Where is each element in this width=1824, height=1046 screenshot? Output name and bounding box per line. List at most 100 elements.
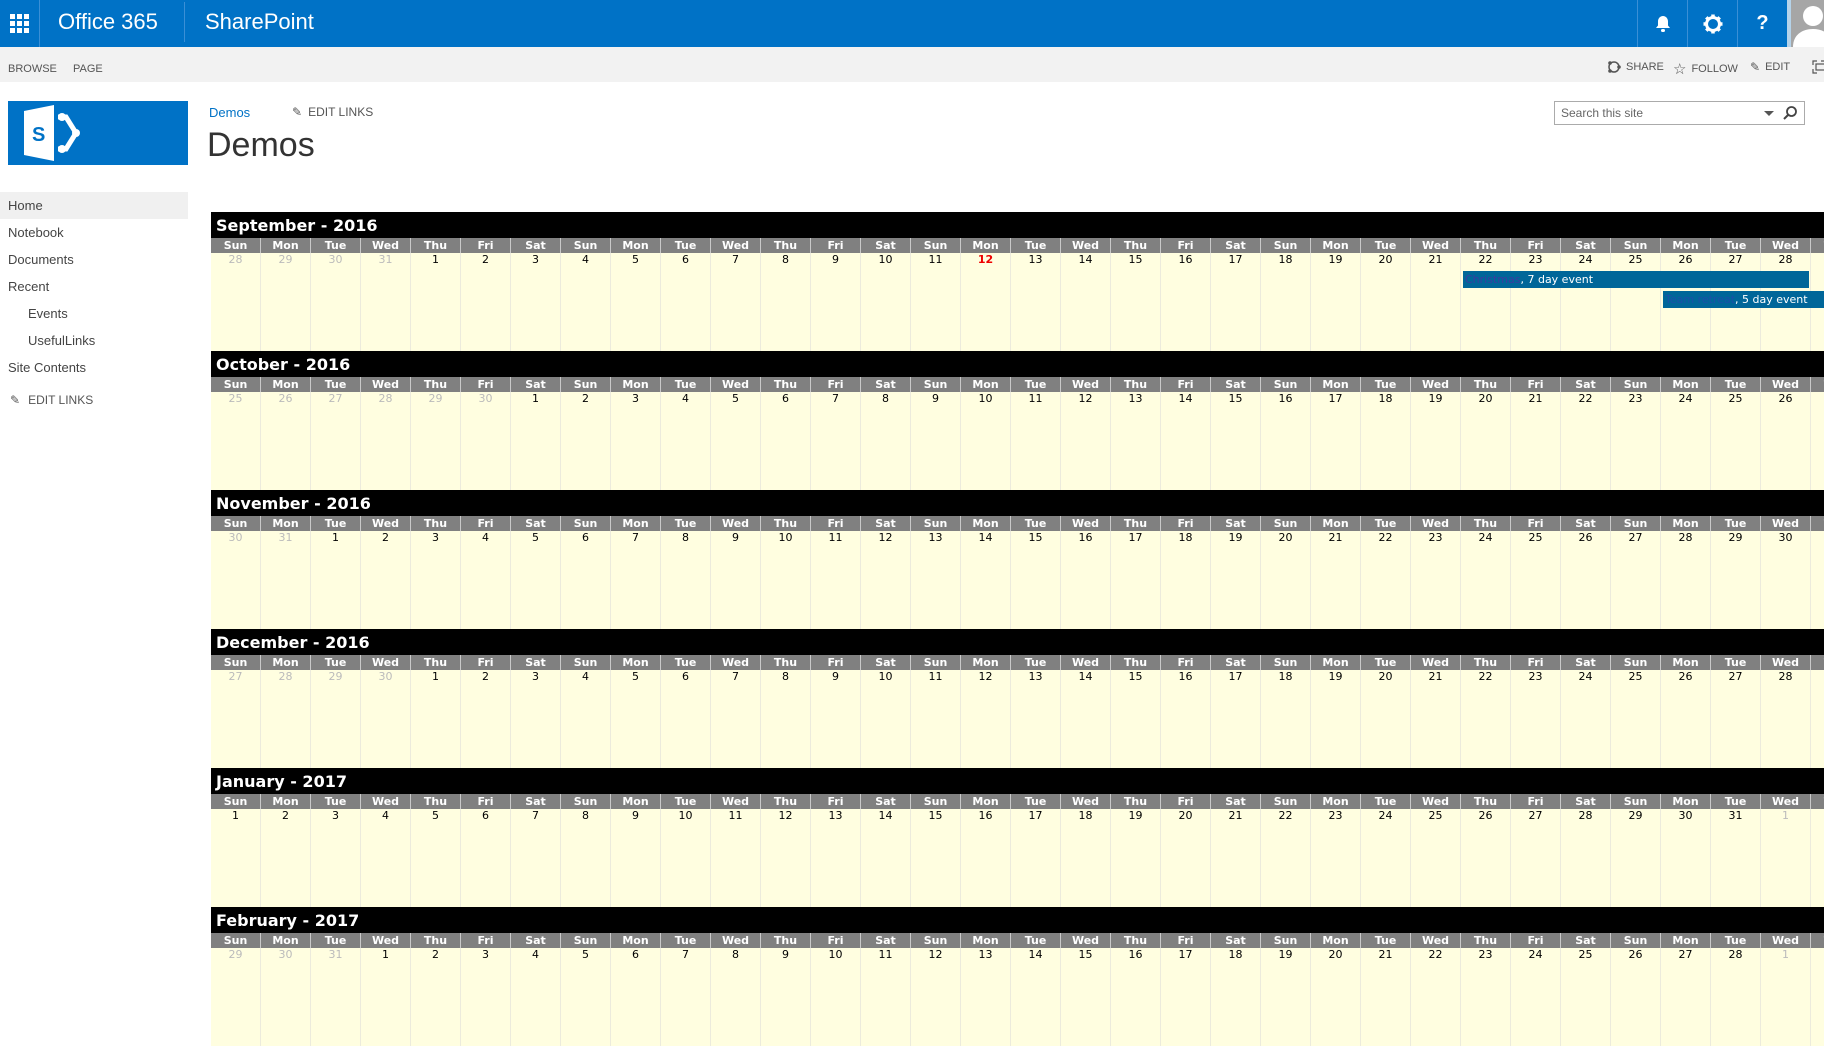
day-cell[interactable]: 8 xyxy=(661,531,711,629)
day-cell[interactable]: 5 xyxy=(611,670,661,768)
day-cell[interactable]: 19 xyxy=(1261,948,1311,1046)
day-cell[interactable]: 9 xyxy=(811,253,861,351)
day-cell[interactable]: 24 xyxy=(1561,253,1611,351)
day-cell[interactable]: 4 xyxy=(561,253,611,351)
day-cell[interactable]: 18 xyxy=(1161,531,1211,629)
day-cell[interactable]: 10 xyxy=(861,253,911,351)
settings-button[interactable] xyxy=(1687,0,1737,47)
nav-item-notebook[interactable]: Notebook xyxy=(0,219,188,246)
day-cell[interactable]: 25 xyxy=(1561,948,1611,1046)
day-cell[interactable]: 22 xyxy=(1461,253,1511,351)
day-cell[interactable]: 11 xyxy=(911,253,961,351)
day-cell[interactable]: 21 xyxy=(1211,809,1261,907)
day-cell[interactable]: 16 xyxy=(961,809,1011,907)
day-cell[interactable]: 10 xyxy=(961,392,1011,490)
day-cell[interactable]: 22 xyxy=(1361,531,1411,629)
follow-button[interactable]: ☆ FOLLOW xyxy=(1673,60,1738,78)
day-cell[interactable]: 17 xyxy=(1211,670,1261,768)
day-cell[interactable]: 12 xyxy=(861,531,911,629)
day-cell[interactable]: 2 xyxy=(461,253,511,351)
day-cell[interactable]: 9 xyxy=(911,392,961,490)
day-cell[interactable]: 1 xyxy=(211,809,261,907)
day-cell[interactable]: 20 xyxy=(1361,670,1411,768)
day-cell[interactable]: 29 xyxy=(1811,670,1824,768)
day-cell[interactable]: 21 xyxy=(1361,948,1411,1046)
day-cell[interactable]: 19 xyxy=(1211,531,1261,629)
office365-brand[interactable]: Office 365 xyxy=(58,9,158,35)
day-cell[interactable]: 11 xyxy=(711,809,761,907)
day-cell[interactable]: 14 xyxy=(861,809,911,907)
day-cell[interactable]: 16 xyxy=(1061,531,1111,629)
day-cell[interactable]: 19 xyxy=(1311,253,1361,351)
day-cell[interactable]: 24 xyxy=(1561,670,1611,768)
day-cell[interactable]: 30 xyxy=(311,253,361,351)
nav-item-home[interactable]: Home xyxy=(0,192,188,219)
day-cell[interactable]: 26 xyxy=(1661,670,1711,768)
day-cell[interactable]: 2 xyxy=(1811,809,1824,907)
day-cell[interactable]: 13 xyxy=(811,809,861,907)
day-cell[interactable]: 13 xyxy=(1011,670,1061,768)
day-cell[interactable]: 21 xyxy=(1411,670,1461,768)
day-cell[interactable]: 13 xyxy=(911,531,961,629)
day-cell[interactable]: 16 xyxy=(1161,253,1211,351)
edit-links-nav-button[interactable]: ✎ EDIT LINKS xyxy=(0,393,188,407)
day-cell[interactable]: 1 xyxy=(511,392,561,490)
day-cell[interactable]: 11 xyxy=(861,948,911,1046)
focus-content-button[interactable] xyxy=(1812,60,1824,74)
nav-item-events[interactable]: Events xyxy=(0,300,188,327)
day-cell[interactable]: 15 xyxy=(1111,253,1161,351)
day-cell[interactable]: 7 xyxy=(611,531,661,629)
day-cell[interactable]: 3 xyxy=(461,948,511,1046)
day-cell[interactable]: 3 xyxy=(311,809,361,907)
day-cell[interactable]: 11 xyxy=(1011,392,1061,490)
day-cell[interactable]: 20 xyxy=(1311,948,1361,1046)
day-cell[interactable]: 25 xyxy=(1611,670,1661,768)
day-cell[interactable]: 1 xyxy=(1761,948,1811,1046)
day-cell[interactable]: 12 xyxy=(1061,392,1111,490)
site-logo[interactable]: S xyxy=(8,101,188,165)
day-cell[interactable]: 12 xyxy=(961,670,1011,768)
day-cell[interactable]: 10 xyxy=(761,531,811,629)
user-avatar[interactable] xyxy=(1787,0,1824,47)
day-cell[interactable]: 12 xyxy=(761,809,811,907)
day-cell[interactable]: 30 xyxy=(1661,809,1711,907)
day-cell[interactable]: 14 xyxy=(1061,253,1111,351)
day-cell[interactable]: 21 xyxy=(1311,531,1361,629)
day-cell[interactable]: 12 xyxy=(911,948,961,1046)
event-title-link[interactable]: Christmas xyxy=(1465,273,1520,286)
day-cell[interactable]: 5 xyxy=(561,948,611,1046)
day-cell[interactable]: 23 xyxy=(1311,809,1361,907)
app-launcher-button[interactable] xyxy=(0,0,40,47)
day-cell[interactable]: 9 xyxy=(811,670,861,768)
day-cell[interactable]: 8 xyxy=(761,670,811,768)
day-cell[interactable]: 3 xyxy=(411,531,461,629)
day-cell[interactable]: 18 xyxy=(1211,948,1261,1046)
day-cell[interactable]: 14 xyxy=(1161,392,1211,490)
day-cell[interactable]: 17 xyxy=(1211,253,1261,351)
day-cell[interactable]: 29 xyxy=(1711,531,1761,629)
day-cell[interactable]: 20 xyxy=(1261,531,1311,629)
day-cell[interactable]: 15 xyxy=(1061,948,1111,1046)
day-cell[interactable]: 12 xyxy=(961,253,1011,351)
day-cell[interactable]: 3 xyxy=(511,253,561,351)
day-cell[interactable]: 28 xyxy=(1661,531,1711,629)
day-cell[interactable]: 23 xyxy=(1511,670,1561,768)
notifications-button[interactable] xyxy=(1637,0,1687,47)
day-cell[interactable]: 2 xyxy=(261,809,311,907)
day-cell[interactable]: 16 xyxy=(1111,948,1161,1046)
day-cell[interactable]: 15 xyxy=(911,809,961,907)
day-cell[interactable]: 26 xyxy=(1461,809,1511,907)
day-cell[interactable]: 24 xyxy=(1461,531,1511,629)
day-cell[interactable]: 14 xyxy=(1011,948,1061,1046)
day-cell[interactable]: 29 xyxy=(411,392,461,490)
nav-item-usefullinks[interactable]: UsefulLinks xyxy=(0,327,188,354)
day-cell[interactable]: 31 xyxy=(361,253,411,351)
day-cell[interactable]: 2 xyxy=(1811,948,1824,1046)
edit-page-button[interactable]: ✎ EDIT xyxy=(1750,60,1790,74)
day-cell[interactable]: 24 xyxy=(1661,392,1711,490)
day-cell[interactable]: 23 xyxy=(1411,531,1461,629)
day-cell[interactable]: 6 xyxy=(561,531,611,629)
day-cell[interactable]: 1 xyxy=(411,670,461,768)
day-cell[interactable]: 31 xyxy=(1711,809,1761,907)
day-cell[interactable]: 21 xyxy=(1511,392,1561,490)
